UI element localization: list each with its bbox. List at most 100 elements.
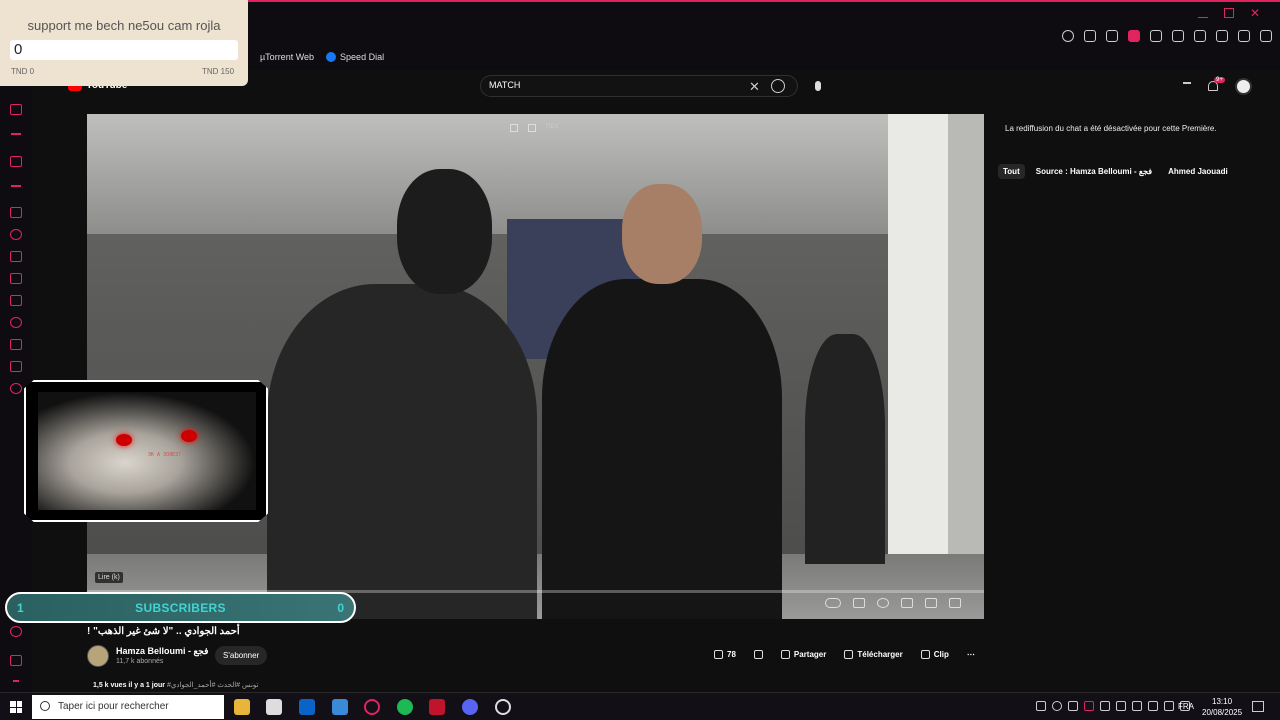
minimize-icon[interactable]: [1198, 8, 1208, 18]
tray-icon[interactable]: [1068, 701, 1078, 711]
start-tile: [16, 701, 22, 707]
theater-mode-icon[interactable]: [925, 598, 937, 608]
obs-icon[interactable]: [495, 699, 511, 715]
sidebar-history-icon[interactable]: [10, 317, 22, 328]
media-app-icon[interactable]: [429, 699, 445, 715]
sidebar-settings-icon[interactable]: [10, 383, 22, 394]
clear-search-icon[interactable]: ✕: [749, 80, 760, 93]
outlook-icon[interactable]: [299, 699, 315, 715]
sidebar-heart-icon[interactable]: [10, 229, 22, 240]
bookmark-utorrent[interactable]: µTorrent Web: [250, 52, 314, 62]
tray-icon[interactable]: [1084, 701, 1094, 711]
app-icon[interactable]: [332, 699, 348, 715]
shield-icon[interactable]: [1128, 30, 1140, 42]
share-button[interactable]: Partager: [780, 650, 826, 659]
taskbar-search[interactable]: Taper ici pour rechercher: [32, 695, 224, 719]
account-avatar[interactable]: [1235, 78, 1252, 95]
sidebar-gx-icon[interactable]: [10, 655, 22, 666]
screenshot-icon[interactable]: [1106, 30, 1118, 42]
video-tags[interactable]: #تونس #الحدث #أحمد_الجوادي: [167, 682, 259, 689]
scissors-icon: [920, 650, 930, 659]
cast-icon[interactable]: [528, 124, 536, 132]
pin-icon[interactable]: [1084, 30, 1096, 42]
chip-source[interactable]: Source : Hamza Belloumi - فجع: [1031, 164, 1157, 179]
bookmark-speed-dial[interactable]: Speed Dial: [326, 52, 384, 62]
sidebar-grid-icon[interactable]: [10, 207, 22, 218]
upload-icon[interactable]: [1183, 82, 1191, 90]
chat-disabled-note: La rediffusion du chat a été désactivée …: [1005, 124, 1217, 133]
opera-gx-icon[interactable]: [364, 699, 380, 715]
channel-avatar[interactable]: [87, 645, 109, 667]
bookmarks-bar: µTorrent Web Speed Dial: [250, 52, 384, 62]
download-button[interactable]: Télécharger: [844, 650, 903, 659]
chip-all[interactable]: Tout: [998, 164, 1025, 179]
microphone-icon[interactable]: [815, 81, 821, 91]
sidebar-pin-icon[interactable]: [10, 273, 22, 284]
menu-icon[interactable]: [1260, 30, 1272, 42]
dislike-button[interactable]: [753, 650, 763, 659]
profile-icon[interactable]: [1238, 30, 1250, 42]
subtitles-icon[interactable]: [853, 598, 865, 608]
store-icon[interactable]: [266, 699, 282, 715]
tray-icon[interactable]: [1052, 701, 1062, 711]
notification-center-icon[interactable]: [1252, 701, 1264, 712]
webcam-eye-right: [181, 430, 197, 442]
fullscreen-icon[interactable]: [949, 598, 961, 608]
miniplayer-icon[interactable]: [510, 124, 518, 132]
spotify-icon[interactable]: [397, 699, 413, 715]
chip-ahmed[interactable]: Ahmed Jaouadi: [1163, 164, 1233, 179]
sidebar-home-icon[interactable]: [10, 104, 22, 115]
sidebar-tabs-icon[interactable]: [10, 251, 22, 262]
notification-badge: 9+: [1214, 77, 1225, 83]
video-player[interactable]: [87, 114, 984, 619]
search-input[interactable]: [489, 80, 739, 90]
window-controls: ✕: [1198, 7, 1260, 19]
start-tile: [10, 707, 16, 713]
sidebar-download-icon[interactable]: [10, 339, 22, 350]
tray-icon[interactable]: [1100, 701, 1110, 711]
autoplay-toggle-icon[interactable]: [825, 598, 841, 608]
language-indicator[interactable]: FRA: [1178, 702, 1194, 711]
sidebar-more-icon[interactable]: [13, 680, 19, 682]
taskbar-clock[interactable]: 13:10 20/08/2025: [1202, 696, 1242, 718]
start-button[interactable]: [10, 701, 22, 713]
sidebar-extensions-icon[interactable]: [10, 361, 22, 372]
maximize-icon[interactable]: [1224, 8, 1234, 18]
extensions-icon[interactable]: [1194, 30, 1206, 42]
webcam-overlay: ЭК А ЗОЯЕЗ?: [24, 380, 268, 522]
file-explorer-icon[interactable]: [234, 699, 250, 715]
sidebar-mail-icon[interactable]: [10, 156, 22, 167]
video-head-right: [622, 184, 702, 284]
video-person-background: [805, 334, 885, 564]
video-door: [888, 114, 948, 619]
tray-icon[interactable]: [1132, 701, 1142, 711]
volume-icon[interactable]: [1164, 701, 1174, 711]
clip-button[interactable]: Clip: [920, 650, 949, 659]
miniplayer-control-icon[interactable]: [901, 598, 913, 608]
video-title: أحمد الجوادي .. "لا شئ غير الذهب" !: [87, 626, 240, 637]
play-icon[interactable]: [1150, 30, 1162, 42]
tray-icon[interactable]: [1116, 701, 1126, 711]
more-actions-button[interactable]: ⋯: [967, 650, 975, 659]
browser-toolbar-icons: [1062, 30, 1272, 42]
download-icon[interactable]: [1216, 30, 1228, 42]
zoom-icon[interactable]: [1062, 30, 1074, 42]
subscribe-button[interactable]: S'abonner: [215, 646, 268, 665]
channel-name[interactable]: Hamza Belloumi - فجع: [116, 646, 208, 657]
system-tray: [1036, 701, 1190, 711]
thumbs-up-icon: [714, 650, 723, 659]
sidebar-record-icon[interactable]: [10, 626, 22, 637]
settings-icon[interactable]: [877, 598, 889, 608]
tray-icon[interactable]: [1036, 701, 1046, 711]
search-box[interactable]: ✕: [480, 75, 798, 97]
heart-icon[interactable]: [1172, 30, 1184, 42]
discord-icon[interactable]: [462, 699, 478, 715]
microphone-tray-icon[interactable]: [1148, 701, 1158, 711]
sidebar-gamepad-icon[interactable]: [10, 295, 22, 306]
like-button[interactable]: 78: [714, 650, 736, 659]
play-tooltip: Lire (k): [95, 572, 123, 583]
search-icon[interactable]: [771, 79, 785, 93]
start-tile: [16, 707, 22, 713]
close-icon[interactable]: ✕: [1250, 7, 1260, 19]
video-person-left: [267, 284, 537, 619]
